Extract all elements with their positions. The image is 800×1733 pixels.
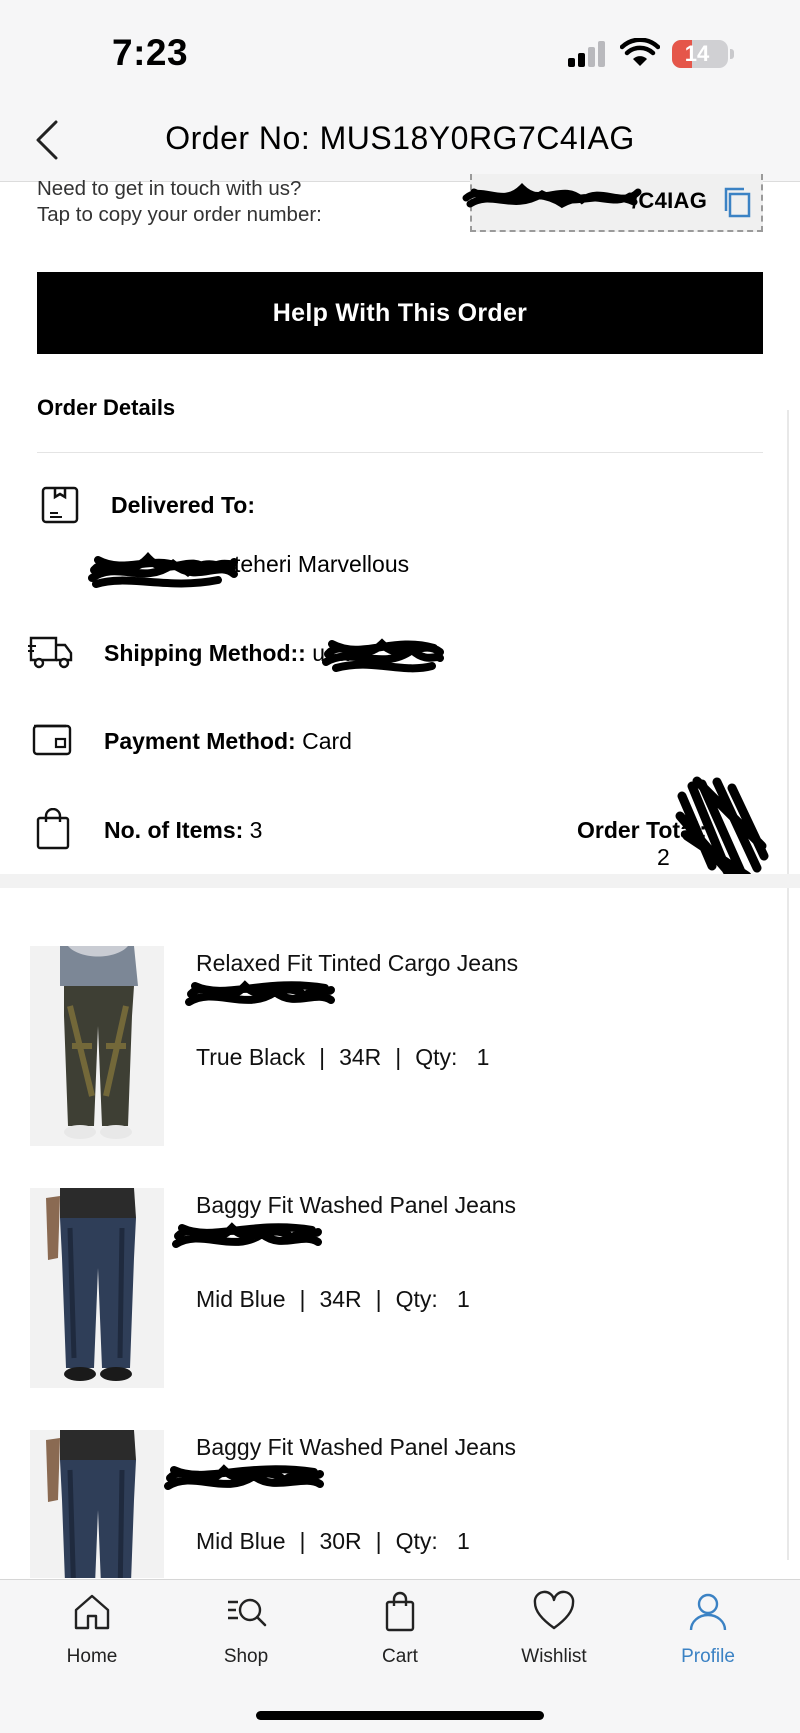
payment-method-row: Payment Method: Card [104,728,352,755]
product-qty: 1 [476,1044,490,1070]
payment-method-value: Card [302,728,352,754]
item-count-row: No. of Items: 3 [104,817,262,844]
product-variant: True Black | 34R | Qty: 1 [196,1044,490,1070]
product-size: 34R [319,1286,362,1312]
home-icon [74,1594,110,1630]
item-count-label: No. of Items: [104,817,244,843]
copy-order-number-chip[interactable]: /C4IAG [462,174,763,232]
order-item[interactable]: Relaxed Fit Tinted Cargo Jeans True Blac… [0,946,800,1146]
product-qty: 1 [457,1286,470,1312]
payment-method-label: Payment Method: [104,728,296,754]
wallet-card-icon [32,724,72,756]
battery-icon: 14 [672,40,734,68]
help-with-order-button[interactable]: Help With This Order [37,272,763,354]
qty-label: Qty: [395,1528,438,1554]
product-thumbnail [30,946,164,1146]
product-thumbnail [30,1188,164,1388]
battery-level: 14 [684,41,710,66]
tab-home-label: Home [66,1646,118,1667]
order-item[interactable]: Baggy Fit Washed Panel Jeans Mid Blue | 30… [0,1430,800,1578]
product-thumbnail [30,1430,164,1578]
home-indicator [256,1711,544,1720]
redaction-scribble [322,638,444,673]
redaction-scribble [675,776,769,881]
contact-prompt: Need to get in touch with us? Tap to cop… [37,176,322,228]
order-item[interactable]: Baggy Fit Washed Panel Jeans Mid Blue | 34… [0,1188,800,1388]
product-variant: Mid Blue | 34R | Qty: 1 [196,1286,470,1312]
delivered-to-label: Delivered To: [111,492,255,518]
qty-label: Qty: [415,1044,458,1070]
order-total-value: 2 [657,844,670,870]
tab-profile-label: Profile [681,1646,735,1667]
nav-header: Order No: MUS18Y0RG7C4IAG [0,100,800,182]
tab-cart-label: Cart [382,1646,418,1667]
redaction-scribble [164,1464,324,1490]
clock: 7:23 [112,32,189,73]
shipping-method-row: Shipping Method:: usa [104,640,349,667]
tab-home[interactable]: Home [32,1590,152,1680]
redaction-scribble [88,552,238,588]
product-color: Mid Blue [196,1286,286,1312]
delivered-to-name: teheri Marvellous [234,551,410,577]
product-size: 34R [339,1044,382,1070]
tab-wishlist[interactable]: Wishlist [494,1590,614,1680]
tab-shop-label: Shop [223,1646,269,1667]
shopping-bag-icon [36,808,70,850]
cellular-signal-icon [568,41,608,67]
tab-shop[interactable]: Shop [186,1590,306,1680]
order-details-heading: Order Details [37,395,176,420]
tab-wishlist-label: Wishlist [521,1646,587,1667]
redaction-scribble [462,183,642,209]
contact-line-1: Need to get in touch with us? [37,177,302,200]
product-color: True Black [196,1044,306,1070]
section-separator [0,874,800,888]
package-box-icon [41,486,79,524]
product-variant: Mid Blue | 30R | Qty: 1 [196,1528,470,1554]
divider [37,452,763,453]
status-bar: 7:23 14 [0,0,800,100]
tab-profile[interactable]: Profile [648,1590,768,1680]
redaction-scribble [185,980,335,1006]
wifi-icon [620,38,660,66]
bottom-tab-bar: Home Shop Cart Wishlist Profile [0,1579,800,1733]
page-title: Order No: MUS18Y0RG7C4IAG [165,120,635,156]
shop-search-icon [228,1598,267,1627]
product-color: Mid Blue [196,1528,286,1554]
product-qty: 1 [457,1528,470,1554]
item-count-value: 3 [249,817,263,843]
order-number-text: /C4IAG [632,188,708,213]
product-size: 30R [319,1528,362,1554]
copy-icon[interactable] [722,186,752,218]
profile-icon [689,1593,727,1631]
delivery-truck-icon [28,636,73,669]
heart-icon [533,1590,575,1630]
cart-bag-icon [385,1591,415,1632]
shipping-method-label: Shipping Method:: [104,640,306,666]
qty-label: Qty: [395,1286,438,1312]
contact-line-2: Tap to copy your order number: [37,203,322,226]
redaction-scribble [172,1222,322,1248]
tab-cart[interactable]: Cart [340,1590,460,1680]
